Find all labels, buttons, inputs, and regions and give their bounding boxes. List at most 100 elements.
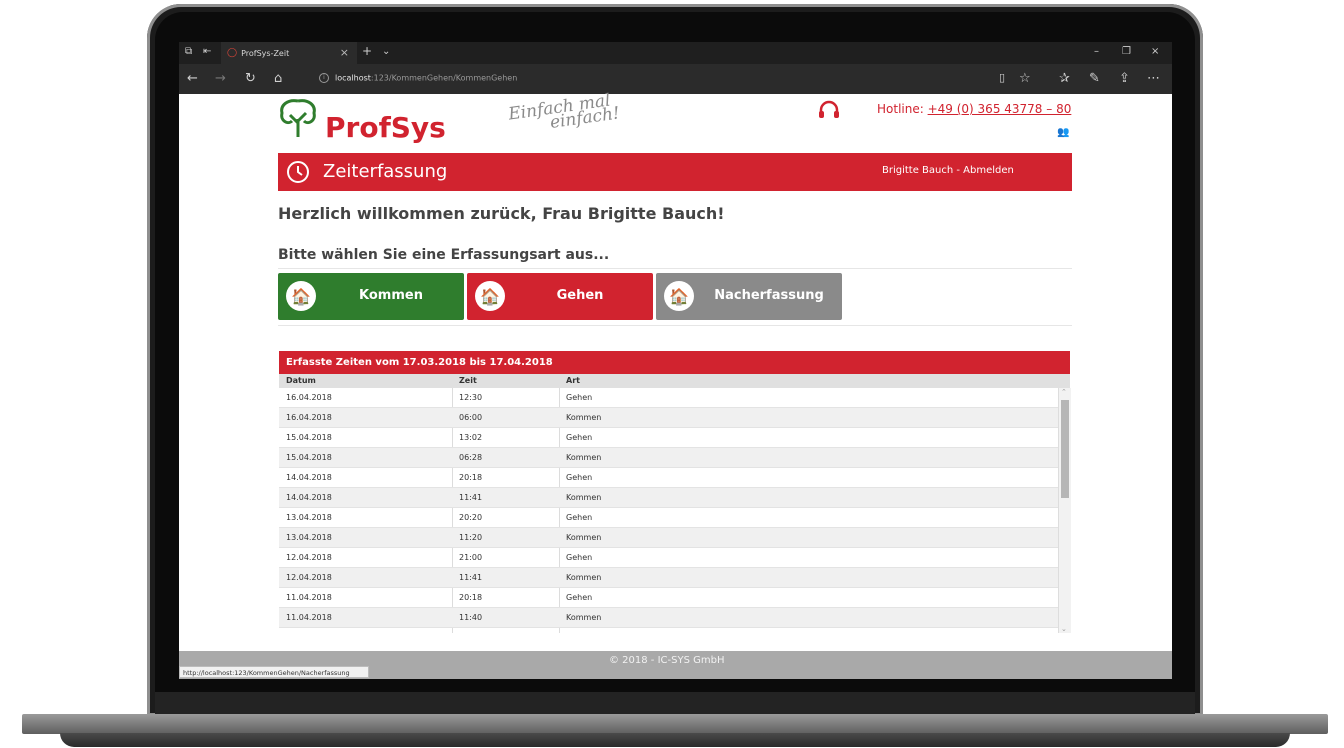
cell-datum: 13.04.2018 — [286, 533, 332, 542]
cell-datum: 15.04.2018 — [286, 433, 332, 442]
share-icon[interactable]: ⇪ — [1119, 71, 1130, 86]
new-tab-icon[interactable]: + — [362, 44, 372, 58]
slogan: Einfach mal einfach! — [507, 91, 621, 135]
table-body: 16.04.2018 12:30 Gehen 16.04.2018 06:00 Komme… — [279, 388, 1058, 633]
laptop-hinge — [155, 692, 1195, 714]
table-row[interactable]: 15.04.2018 13:02 Gehen — [279, 428, 1058, 448]
favorite-star-icon[interactable]: ☆ — [1019, 71, 1031, 86]
kommen-label: Kommen — [359, 288, 423, 303]
cell-datum: 12.04.2018 — [286, 553, 332, 562]
status-url: http://localhost:123/KommenGehen/Nacherf… — [179, 666, 369, 678]
back-arrow-icon[interactable]: ← — [187, 71, 198, 86]
address-input[interactable]: i localhost:123/KommenGehen/KommenGehen — [319, 73, 517, 83]
table-row[interactable]: 16.04.2018 06:00 Kommen — [279, 408, 1058, 428]
window-close-icon[interactable]: × — [1151, 46, 1159, 57]
scroll-thumb[interactable] — [1061, 400, 1069, 498]
url-path: :123/KommenGehen/KommenGehen — [370, 73, 518, 83]
cell-datum: 12.04.2018 — [286, 573, 332, 582]
table-row[interactable]: 12.04.2018 21:00 Gehen — [279, 548, 1058, 568]
table-row[interactable]: 11.04.2018 11:40 Kommen — [279, 608, 1058, 628]
headset-icon — [819, 100, 839, 118]
table-row[interactable]: 14.04.2018 11:41 Kommen — [279, 488, 1058, 508]
forward-arrow-icon[interactable]: → — [215, 71, 226, 86]
gehen-button[interactable]: 🏠 Gehen — [467, 273, 653, 320]
home-icon[interactable]: ⌂ — [274, 71, 282, 86]
table-row[interactable]: 13.04.2018 20:20 Gehen — [279, 508, 1058, 528]
title-bar: Zeiterfassung Brigitte Bauch - Abmelden — [278, 153, 1072, 191]
nacherfassung-label: Nacherfassung — [714, 288, 824, 303]
screen: ⧉ ⇤ ◯ ProfSys-Zeit × + ⌄ – ❐ × ← → ↻ ⌂ i… — [179, 42, 1172, 679]
divider — [278, 325, 1072, 326]
house-arrow-in-icon: 🏠 — [286, 281, 316, 311]
cell-datum: 16.04.2018 — [286, 393, 332, 402]
users-icon[interactable]: 👥 — [1057, 127, 1069, 138]
cell-zeit: 12:30 — [459, 393, 483, 402]
cell-datum: 11.04.2018 — [286, 593, 332, 602]
table-row[interactable]: 12.04.2018 11:41 Kommen — [279, 568, 1058, 588]
browser-addressbar: ← → ↻ ⌂ i localhost:123/KommenGehen/Komme… — [179, 64, 1172, 94]
kommen-button[interactable]: 🏠 Kommen — [278, 273, 464, 320]
tree-logo-icon — [280, 99, 316, 137]
cell-datum: 15.04.2018 — [286, 453, 332, 462]
scroll-down-icon[interactable]: ⌄ — [1061, 625, 1067, 633]
hotline-number-link[interactable]: +49 (0) 365 43778 – 80 — [928, 102, 1072, 116]
cell-zeit: 20:20 — [459, 513, 483, 522]
restore-icon[interactable]: ❐ — [1122, 46, 1131, 57]
favicon-icon: ◯ — [227, 48, 238, 58]
cell-datum: 16.04.2018 — [286, 413, 332, 422]
column-header-art[interactable]: Art — [566, 376, 580, 385]
cell-zeit: 06:00 — [459, 413, 483, 422]
cell-art: Kommen — [566, 573, 602, 582]
cell-zeit: 20:18 — [459, 473, 483, 482]
cell-zeit: 11:41 — [459, 493, 483, 502]
cell-art: Kommen — [566, 413, 602, 422]
browser-tab[interactable]: ◯ ProfSys-Zeit × — [221, 42, 357, 64]
minimize-icon[interactable]: – — [1094, 46, 1099, 57]
tab-sets-icon[interactable]: ⧉ — [185, 46, 192, 57]
table-scrollbar[interactable]: ⌃ ⌄ — [1058, 388, 1071, 633]
divider — [278, 268, 1072, 269]
refresh-icon[interactable]: ↻ — [245, 71, 256, 86]
browser-tabbar: ⧉ ⇤ ◯ ProfSys-Zeit × + ⌄ – ❐ × — [179, 42, 1172, 64]
cell-art: Kommen — [566, 613, 602, 622]
favorites-list-icon[interactable]: ✰ — [1059, 71, 1070, 86]
cell-zeit: 13:02 — [459, 433, 483, 442]
table-row[interactable]: 14.04.2018 20:18 Gehen — [279, 468, 1058, 488]
cell-art: Gehen — [566, 433, 593, 442]
column-header-datum[interactable]: Datum — [286, 376, 316, 385]
tab-title: ProfSys-Zeit — [241, 48, 290, 58]
notes-pen-icon[interactable]: ✎ — [1089, 71, 1100, 86]
column-header-zeit[interactable]: Zeit — [459, 376, 477, 385]
logout-link[interactable]: Brigitte Bauch - Abmelden — [882, 165, 1014, 176]
cell-datum: 13.04.2018 — [286, 513, 332, 522]
cell-art: Gehen — [566, 513, 593, 522]
tab-list-chevron-icon[interactable]: ⌄ — [382, 46, 390, 57]
table-row[interactable]: 13.04.2018 11:20 Kommen — [279, 528, 1058, 548]
laptop-base — [22, 714, 1328, 734]
cell-datum: 14.04.2018 — [286, 473, 332, 482]
cell-art: Gehen — [566, 593, 593, 602]
table-row[interactable]: 15.04.2018 06:28 Kommen — [279, 448, 1058, 468]
reading-view-icon[interactable]: ▯ — [999, 71, 1005, 84]
hotline-label: Hotline: — [877, 102, 928, 116]
clock-icon — [287, 161, 309, 183]
table-row[interactable]: 16.04.2018 12:30 Gehen — [279, 388, 1058, 408]
scroll-up-icon[interactable]: ⌃ — [1061, 388, 1067, 396]
table-row[interactable]: 11.04.2018 20:18 Gehen — [279, 588, 1058, 608]
cell-datum: 14.04.2018 — [286, 493, 332, 502]
web-page: ProfSys Einfach mal einfach! Hotline: +4… — [179, 91, 1172, 679]
cell-zeit: 06:28 — [459, 453, 483, 462]
page-title: Zeiterfassung — [323, 161, 448, 182]
brand-name[interactable]: ProfSys — [325, 111, 446, 144]
cell-zeit: 20:18 — [459, 593, 483, 602]
cell-art: Gehen — [566, 473, 593, 482]
more-menu-icon[interactable]: ⋯ — [1147, 71, 1160, 86]
cell-zeit: 11:20 — [459, 533, 483, 542]
choose-heading: Bitte wählen Sie eine Erfassungsart aus.… — [278, 247, 610, 263]
hotline: Hotline: +49 (0) 365 43778 – 80 — [877, 102, 1071, 116]
cell-art: Gehen — [566, 393, 593, 402]
tab-back-icon[interactable]: ⇤ — [203, 46, 211, 57]
close-tab-icon[interactable]: × — [340, 46, 349, 59]
gehen-label: Gehen — [556, 288, 604, 303]
nacherfassung-button[interactable]: 🏠 Nacherfassung — [656, 273, 842, 320]
